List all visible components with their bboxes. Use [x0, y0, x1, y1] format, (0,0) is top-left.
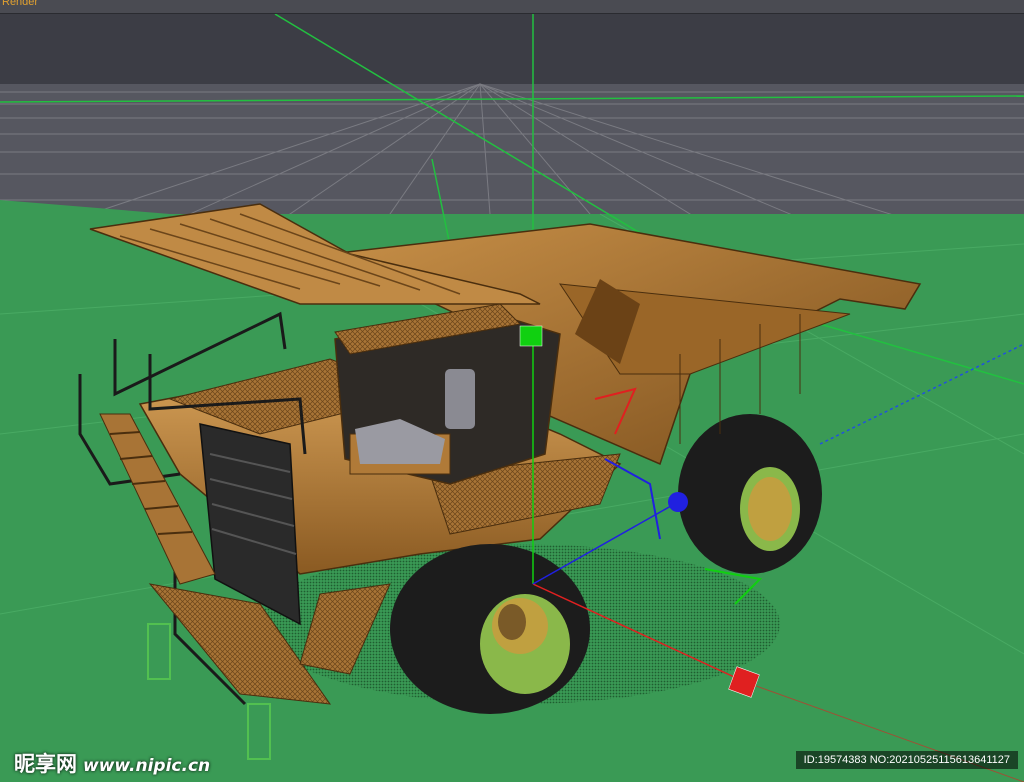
- watermark-id: ID:19574383 NO:20210525115613641127: [795, 751, 1018, 769]
- viewport-header-bar: Render: [0, 0, 1024, 14]
- watermark-url: www.nipic.cn: [83, 756, 211, 776]
- 3d-viewport[interactable]: [0, 14, 1024, 782]
- watermark-logo: 昵享网 www.nipic.cn: [14, 748, 210, 778]
- z-axis-handle: [668, 492, 688, 512]
- y-axis-handle: [519, 325, 543, 347]
- viewport-label[interactable]: Render: [2, 0, 38, 8]
- rear-wheel: [678, 414, 822, 574]
- watermark-site: 昵享网: [14, 752, 77, 776]
